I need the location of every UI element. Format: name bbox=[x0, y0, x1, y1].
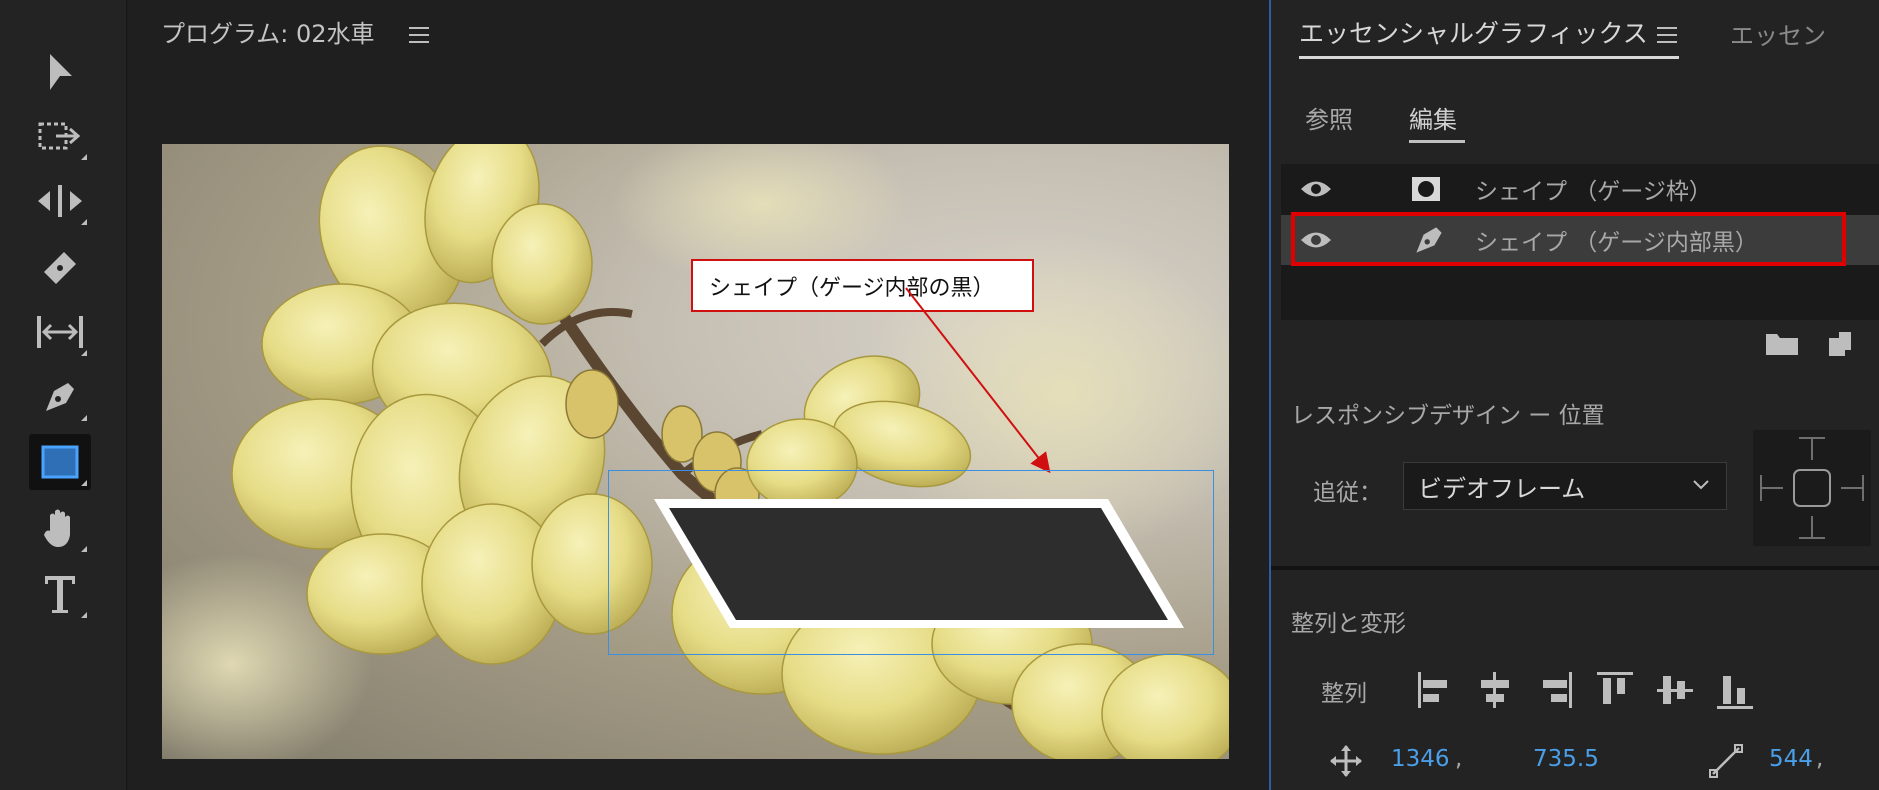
align-transform-title: 整列と変形 bbox=[1291, 611, 1406, 637]
pen-icon bbox=[46, 383, 74, 411]
layer-row[interactable]: シェイプ （ゲージ枠） bbox=[1281, 164, 1879, 214]
monitor-menu-icon[interactable] bbox=[409, 27, 429, 43]
pin-edges-icon bbox=[1760, 437, 1864, 539]
annotation-callout: シェイプ（ゲージ内部の黒） bbox=[691, 259, 1034, 312]
selection-tool[interactable] bbox=[29, 44, 91, 100]
position-separator: , bbox=[1455, 746, 1463, 772]
ripple-edit-tool[interactable] bbox=[29, 173, 91, 229]
subtab-edit-underline bbox=[1409, 140, 1465, 143]
follow-dropdown-value: ビデオフレーム bbox=[1418, 474, 1586, 503]
track-select-icon bbox=[38, 122, 81, 150]
video-image bbox=[162, 144, 1229, 759]
shape-mask-icon bbox=[1412, 177, 1440, 201]
follow-label: 追従： bbox=[1313, 480, 1382, 506]
razor-icon bbox=[44, 252, 76, 284]
video-frame bbox=[162, 144, 1229, 759]
align-top-icon[interactable] bbox=[1595, 668, 1635, 712]
shape-bounding-box[interactable] bbox=[608, 470, 1214, 655]
track-select-tool[interactable] bbox=[29, 108, 91, 164]
responsive-design-title: レスポンシブデザイン ー 位置 bbox=[1291, 403, 1605, 429]
panel-menu-icon[interactable] bbox=[1657, 27, 1677, 43]
layer-label: シェイプ （ゲージ枠） bbox=[1475, 179, 1712, 205]
subtab-browse[interactable]: 参照 bbox=[1305, 100, 1353, 135]
tab-essential-other[interactable]: エッセン bbox=[1730, 16, 1830, 51]
arrow-icon bbox=[50, 54, 72, 90]
monitor-title: プログラム: 02水車 bbox=[161, 20, 375, 48]
align-bottom-icon[interactable] bbox=[1715, 668, 1755, 712]
program-monitor: プログラム: 02水車 シェイプ（ゲージ内部の黒） bbox=[128, 0, 1268, 790]
position-x-value[interactable]: 1346 bbox=[1391, 746, 1450, 772]
pin-to-widget[interactable] bbox=[1753, 430, 1871, 546]
align-left-icon[interactable] bbox=[1415, 668, 1455, 712]
pen-tool[interactable] bbox=[29, 369, 91, 425]
move-position-icon bbox=[1330, 745, 1362, 777]
align-center-vertical-icon[interactable] bbox=[1655, 668, 1695, 712]
ripple-edit-icon bbox=[38, 185, 82, 217]
anchor-separator: , bbox=[1816, 746, 1824, 772]
app-root: プログラム: 02水車 シェイプ（ゲージ内部の黒） エッセンシャルグラフィックス… bbox=[0, 0, 1879, 790]
hand-tool[interactable] bbox=[29, 500, 91, 556]
tab-essential-graphics[interactable]: エッセンシャルグラフィックス bbox=[1299, 14, 1648, 50]
follow-dropdown[interactable]: ビデオフレーム bbox=[1403, 462, 1727, 510]
slip-tool[interactable] bbox=[29, 304, 91, 360]
section-divider bbox=[1271, 566, 1879, 570]
slip-icon bbox=[37, 316, 83, 348]
position-y-value[interactable]: 735.5 bbox=[1533, 746, 1599, 772]
razor-tool[interactable] bbox=[29, 240, 91, 296]
rectangle-tool[interactable] bbox=[29, 434, 91, 490]
type-tool[interactable] bbox=[29, 566, 91, 622]
selected-layer-highlight bbox=[1291, 212, 1846, 266]
anchor-point-icon bbox=[1709, 744, 1743, 778]
new-group-icon[interactable] bbox=[1765, 330, 1799, 356]
new-layer-icon[interactable] bbox=[1825, 330, 1853, 358]
align-center-horizontal-icon[interactable] bbox=[1475, 668, 1515, 712]
anchor-x-value[interactable]: 544 bbox=[1769, 746, 1813, 772]
type-icon bbox=[45, 576, 75, 613]
essential-graphics-panel: エッセンシャルグラフィックス エッセン 参照 編集 シェイプ （ゲージ枠） シェ… bbox=[1269, 0, 1879, 790]
align-label: 整列 bbox=[1321, 681, 1367, 707]
active-tab-indicator bbox=[1299, 56, 1679, 59]
subtab-edit[interactable]: 編集 bbox=[1409, 100, 1457, 135]
chevron-down-icon bbox=[1693, 480, 1709, 490]
align-right-icon[interactable] bbox=[1535, 668, 1575, 712]
tools-panel bbox=[0, 0, 127, 790]
eye-icon[interactable] bbox=[1299, 178, 1333, 200]
hand-icon bbox=[44, 509, 70, 547]
rectangle-icon bbox=[41, 445, 79, 479]
